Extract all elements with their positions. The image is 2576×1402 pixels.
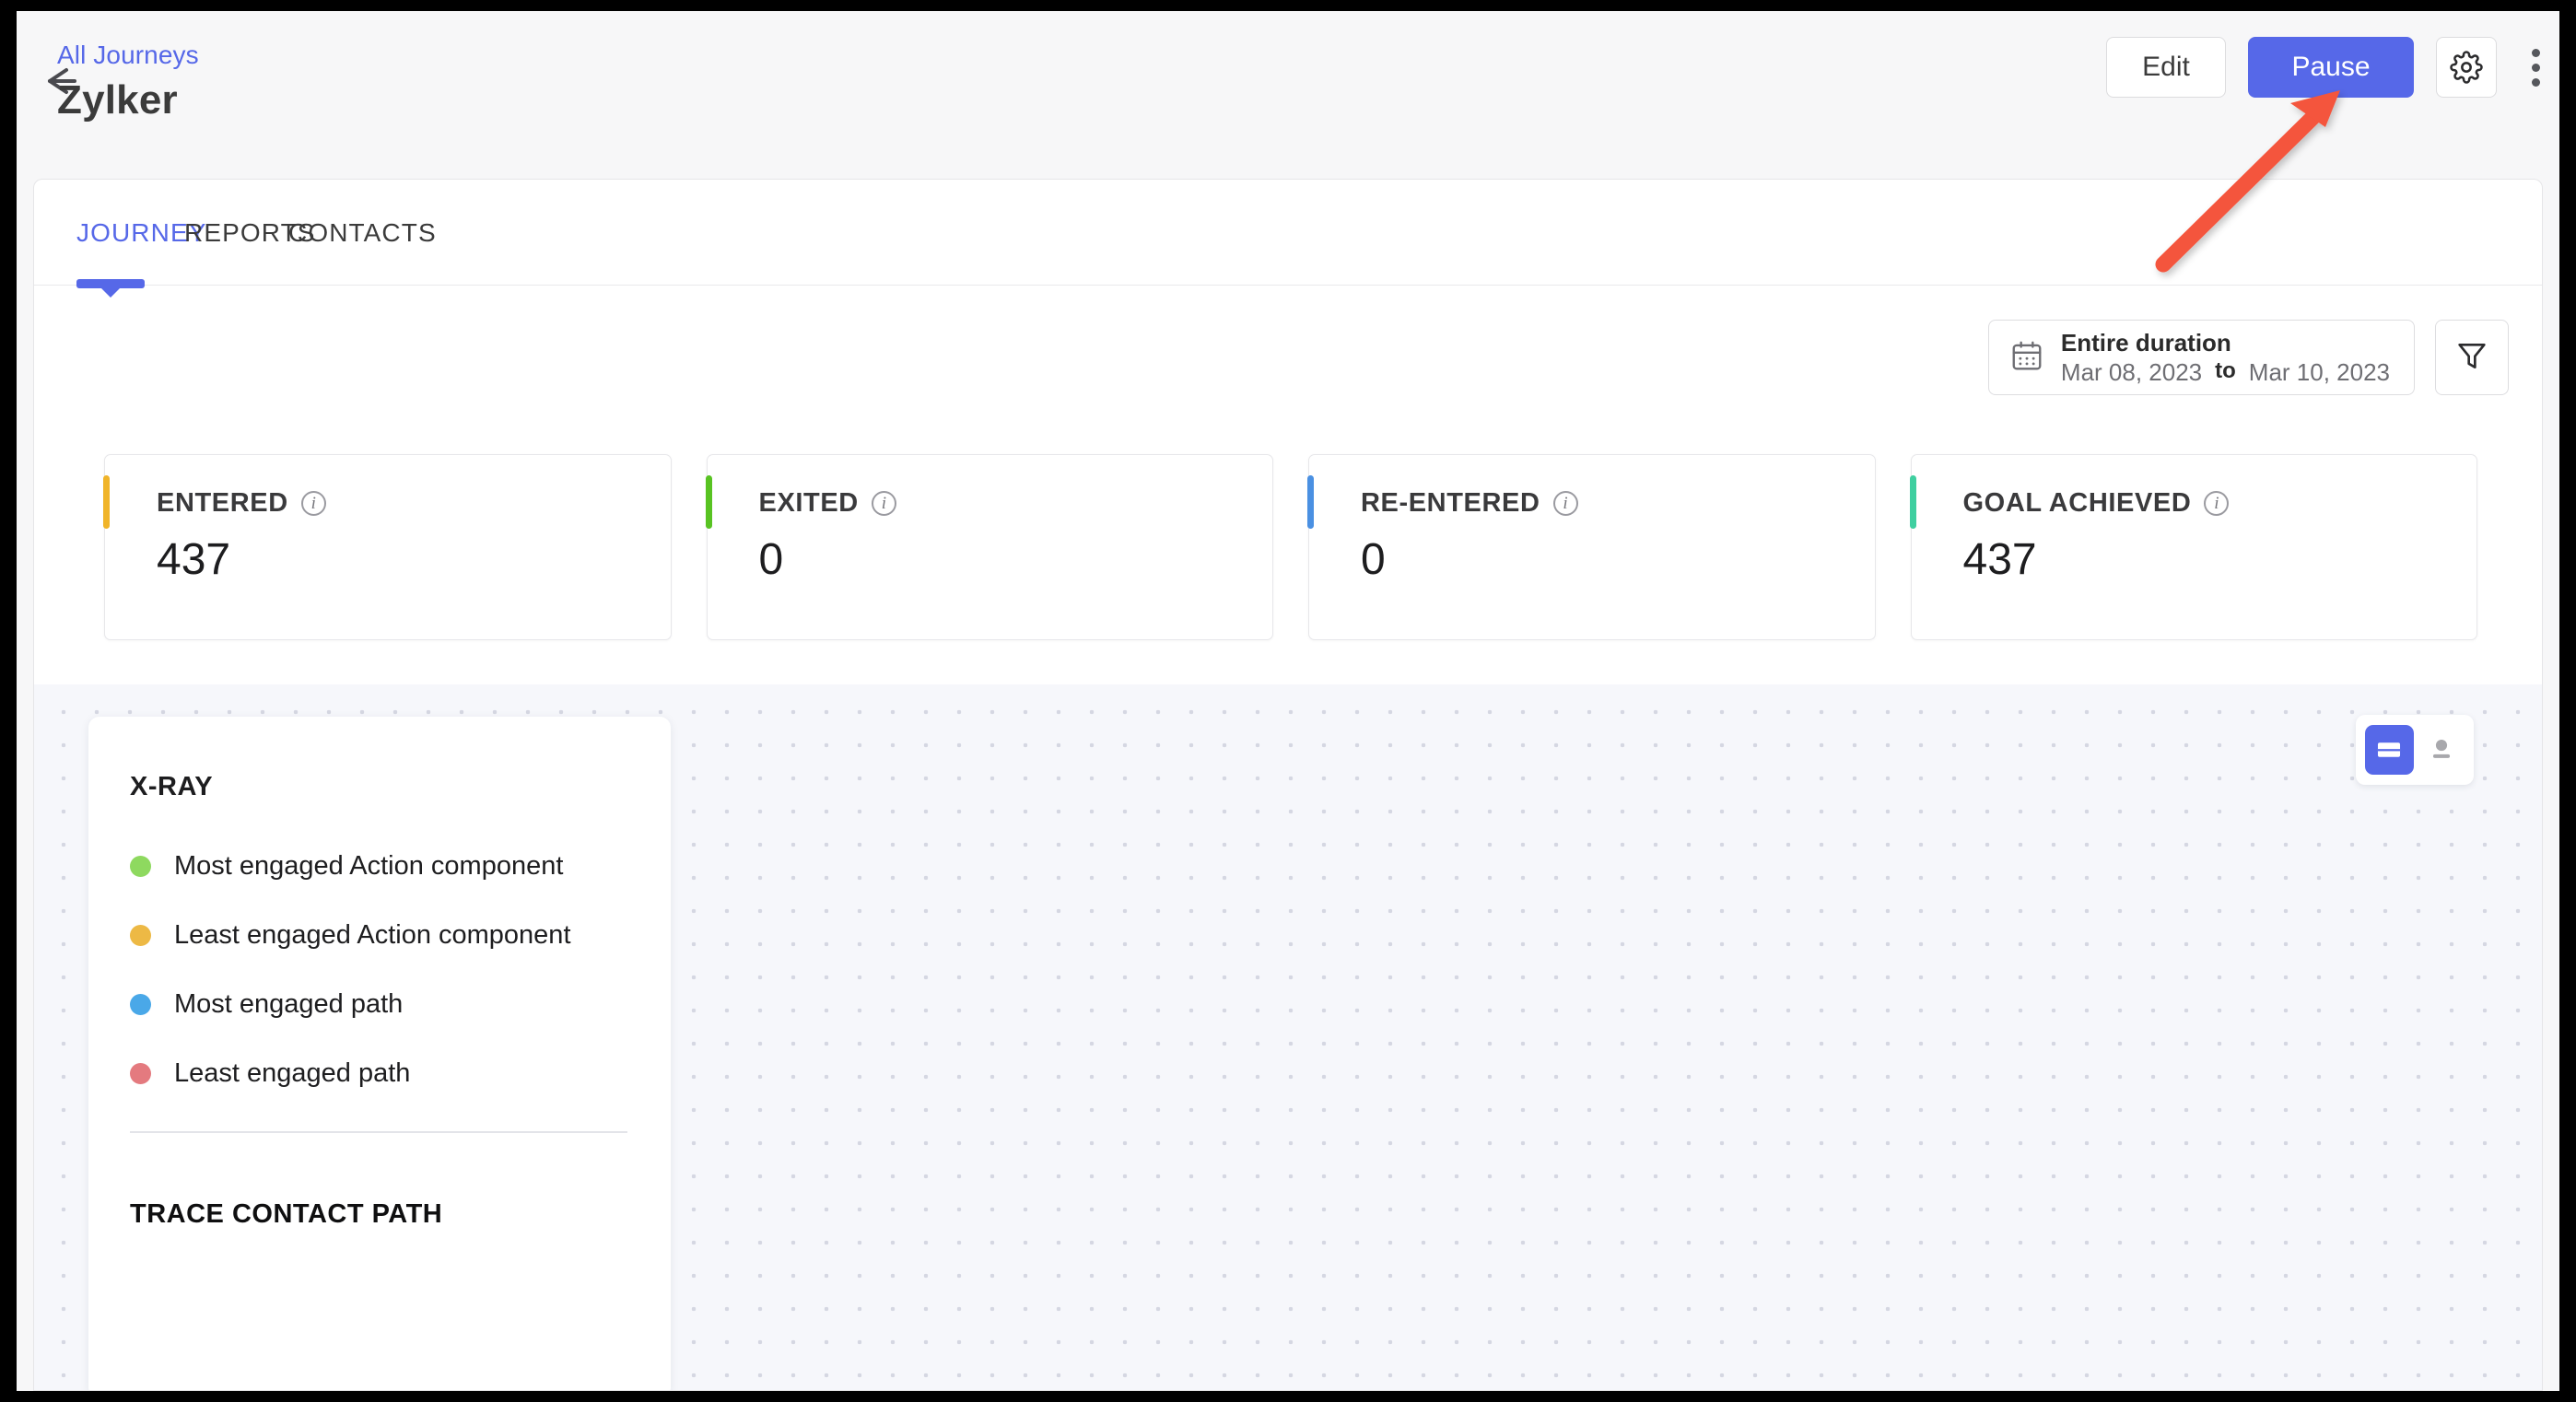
xray-legend-item[interactable]: Least engaged Action component <box>130 901 627 970</box>
xray-legend-item[interactable]: Least engaged path <box>130 1039 627 1108</box>
info-icon[interactable]: i <box>871 491 896 516</box>
legend-dot-icon <box>130 925 151 946</box>
xray-legend-item[interactable]: Most engaged path <box>130 970 627 1039</box>
legend-dot-icon <box>130 1063 151 1084</box>
xray-legend-item[interactable]: Most engaged Action component <box>130 832 627 901</box>
stat-accent-bar <box>705 475 712 529</box>
tab-bar: JOURNEY REPORTS CONTACTS <box>34 180 2542 298</box>
legend-dot-icon <box>130 994 151 1015</box>
info-icon[interactable]: i <box>1552 491 1578 516</box>
xray-item-label: Most engaged path <box>174 989 404 1019</box>
journey-canvas[interactable]: X-RAY Most engaged Action component Leas… <box>34 684 2542 1390</box>
stat-label-row: EXITED i <box>759 488 896 519</box>
journey-panel: JOURNEY REPORTS CONTACTS Entire duration… <box>33 179 2543 1391</box>
stat-label: RE-ENTERED <box>1361 488 1540 518</box>
view-mode-toggle <box>2356 715 2474 785</box>
stat-card-goal-achieved: GOAL ACHIEVED i 437 <box>1909 454 2477 640</box>
date-range-selector[interactable]: Entire duration Mar 08, 2023 to Mar 10, … <box>1987 320 2415 395</box>
tab-contacts[interactable]: CONTACTS <box>288 218 437 248</box>
active-tab-indicator <box>76 279 145 298</box>
kebab-dot <box>2531 63 2540 72</box>
stat-label: EXITED <box>758 488 859 518</box>
date-range-label: Entire duration <box>2060 328 2231 356</box>
date-to-separator: to <box>2215 358 2236 383</box>
stat-card-re-entered: RE-ENTERED i 0 <box>1307 454 1876 640</box>
filter-button[interactable] <box>2435 320 2509 395</box>
stat-value: 0 <box>1361 535 1386 584</box>
breadcrumb[interactable]: All Journeys <box>57 41 199 70</box>
stat-card-row: ENTERED i 437 EXITED i 0 RE-ENTERED i 0 … <box>103 454 2477 640</box>
stat-label-row: ENTERED i <box>157 488 326 519</box>
page-header: All Journeys Zylker Edit Pause <box>17 11 2559 171</box>
xray-title: X-RAY <box>130 772 214 801</box>
kebab-dot <box>2531 77 2540 87</box>
header-actions: Edit Pause <box>2106 37 2552 98</box>
xray-legend-list: Most engaged Action component Least enga… <box>130 832 627 1108</box>
pause-button[interactable]: Pause <box>2248 37 2414 98</box>
page-title: Zylker <box>57 77 178 123</box>
date-range-text: Entire duration Mar 08, 2023 to Mar 10, … <box>2061 328 2390 388</box>
trace-contact-path-title: TRACE CONTACT PATH <box>130 1199 443 1229</box>
stat-label: ENTERED <box>157 488 288 518</box>
stat-label-row: RE-ENTERED i <box>1361 488 1578 519</box>
info-icon[interactable]: i <box>2204 491 2230 516</box>
stat-card-entered: ENTERED i 437 <box>103 454 672 640</box>
stat-value: 437 <box>1962 535 2037 584</box>
xray-item-label: Least engaged path <box>174 1058 411 1088</box>
date-from: Mar 08, 2023 <box>2060 358 2203 386</box>
gear-icon[interactable] <box>2436 37 2497 98</box>
legend-dot-icon <box>130 856 151 877</box>
contact-view-icon[interactable] <box>2419 725 2465 775</box>
stat-value: 437 <box>157 535 231 584</box>
kebab-menu-icon[interactable] <box>2519 37 2552 98</box>
stat-accent-bar <box>1909 475 1916 529</box>
stat-card-exited: EXITED i 0 <box>705 454 1273 640</box>
filter-row: Entire duration Mar 08, 2023 to Mar 10, … <box>1987 320 2509 395</box>
calendar-icon <box>2009 338 2044 378</box>
info-icon[interactable]: i <box>300 491 326 516</box>
date-until: Mar 10, 2023 <box>2248 358 2390 386</box>
stat-accent-bar <box>103 475 110 529</box>
screenshot-frame: All Journeys Zylker Edit Pause JOURNEY R… <box>0 0 2576 1402</box>
kebab-dot <box>2531 48 2540 57</box>
date-range-values: Mar 08, 2023 to Mar 10, 2023 <box>2061 357 2390 388</box>
xray-panel: X-RAY Most engaged Action component Leas… <box>88 717 671 1390</box>
stat-value: 0 <box>758 535 784 584</box>
xray-item-label: Most engaged Action component <box>174 851 564 881</box>
edit-button[interactable]: Edit <box>2106 37 2226 98</box>
stat-label-row: GOAL ACHIEVED i <box>1963 488 2230 519</box>
funnel-icon <box>2453 337 2490 379</box>
app-viewport: All Journeys Zylker Edit Pause JOURNEY R… <box>17 11 2559 1391</box>
stat-accent-bar <box>1307 475 1314 529</box>
divider <box>130 1131 627 1133</box>
xray-item-label: Least engaged Action component <box>174 920 571 950</box>
stat-label: GOAL ACHIEVED <box>1962 488 2192 518</box>
card-view-icon[interactable] <box>2365 725 2414 775</box>
